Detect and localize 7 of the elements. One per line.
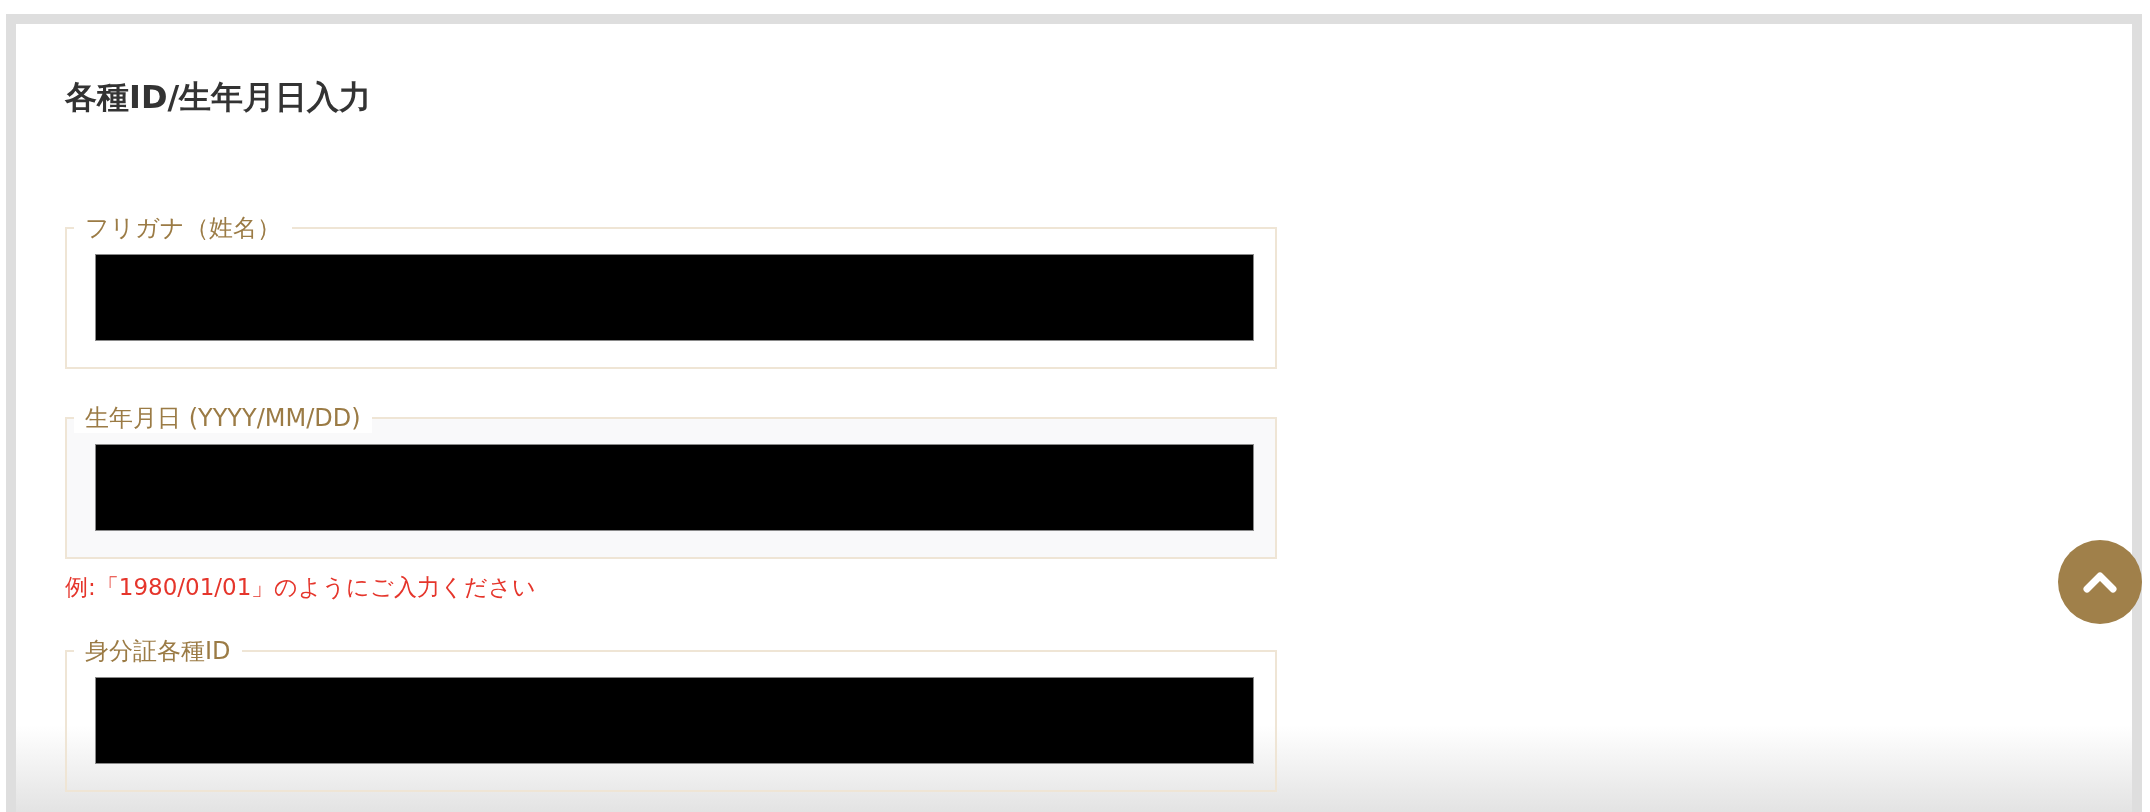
field-label: 生年月日 (YYYY/MM/DD): [74, 403, 372, 433]
input-field[interactable]: [95, 444, 1254, 531]
input-field[interactable]: [95, 254, 1254, 341]
page-title: 各種ID/生年月日入力: [65, 79, 372, 115]
input-field[interactable]: [95, 677, 1254, 764]
hint-text: 例:「1980/01/01」のようにご入力ください: [65, 573, 537, 602]
chevron-up-icon: [2083, 571, 2117, 593]
